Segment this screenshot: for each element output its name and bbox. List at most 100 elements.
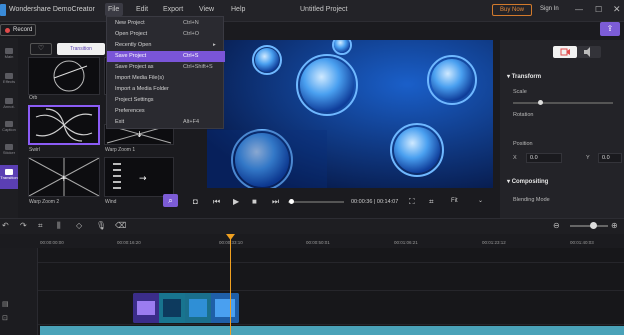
scale-label: Scale [513,89,527,95]
position-x-label: X [513,155,517,161]
scale-slider[interactable] [513,102,613,104]
svg-text:→: → [139,174,147,184]
previous-frame-icon[interactable]: ⏮ [213,197,220,207]
playhead[interactable] [230,236,231,335]
submenu-arrow-icon: ▸ [213,42,216,48]
app-title: Wondershare DemoCreator [9,6,95,13]
rail-item-effects[interactable]: Effects [0,73,18,85]
document-title: Untitled Project [300,6,348,13]
buy-now-button[interactable]: Buy Now [492,4,532,16]
split-icon[interactable]: ⫼ [57,221,61,231]
warp-zoom-2-preview: + [28,157,100,197]
scale-slider-knob[interactable] [538,100,543,105]
thumb-label: Warp Zoom 2 [29,199,60,205]
fit-select[interactable]: Fit ⌄ [448,195,488,207]
menu-item-open-project[interactable]: Open Project Ctrl+O [107,29,225,40]
zoom-in-icon[interactable]: ⊕ [611,221,618,230]
position-label: Position [513,141,533,147]
menu-view[interactable]: View [199,6,214,13]
rail-item-transition[interactable]: Transition [0,165,18,189]
rail-item-main[interactable]: Main [0,48,18,60]
menu-export[interactable]: Export [163,6,183,13]
redo-icon[interactable]: ↷ [20,221,27,230]
audio-clip[interactable] [40,326,624,335]
favorite-icon[interactable]: ♡ [30,43,52,55]
ruler-tick: 00:00:00:00 [40,240,64,245]
minimize-icon[interactable]: — [575,5,583,14]
app-logo-icon [0,4,6,16]
timeline-clip[interactable] [133,293,239,323]
menu-edit[interactable]: Edit [136,6,148,13]
menu-item-recently-open[interactable]: Recently Open ▸ [107,40,225,51]
maximize-icon[interactable]: ☐ [595,5,602,14]
menu-file[interactable]: File [105,3,123,16]
compositing-header[interactable]: ▾ Compositing [507,178,548,185]
ruler-tick: 00:01:23:12 [482,240,506,245]
position-y-label: Y [586,155,590,161]
thumb-label: Orb [29,95,38,101]
crop-icon[interactable]: ⌗ [429,197,434,207]
close-icon[interactable]: ✕ [613,4,621,15]
menu-item-save-project-as[interactable]: Save Project as Ctrl+Shift+S [107,62,225,73]
properties-panel [500,40,624,218]
menu-help[interactable]: Help [231,6,245,13]
zoom-out-icon[interactable]: ⊖ [553,221,560,230]
lock-icon[interactable]: ⊡ [2,314,8,322]
blending-mode-label: Blending Mode [513,197,550,203]
virus-image [207,40,493,188]
menu-item-import-folder[interactable]: Import a Media Folder [107,84,225,95]
progress-track[interactable] [288,201,344,203]
crop-tool-icon[interactable]: ⌗ [38,221,43,231]
play-icon[interactable]: ▶ [233,197,239,206]
zoom-slider-knob[interactable] [590,222,597,229]
audio-tab[interactable] [577,46,601,58]
ruler-tick: 00:00:16:20 [117,240,141,245]
undo-icon[interactable]: ↶ [2,221,9,230]
clip-thumbnails [133,293,239,323]
transform-header[interactable]: ▾ Transform [507,73,541,80]
microphone-icon[interactable]: 🎙 [96,221,106,230]
marker-icon[interactable]: ◇ [76,221,82,230]
rail-item-annotation[interactable]: Annot. [0,98,18,110]
rail-item-sticker[interactable]: Sticker [0,144,18,156]
rail-item-caption[interactable]: Caption [0,121,18,133]
next-frame-icon[interactable]: ⏭ [272,197,279,207]
track-headers: ▤ ⊡ [0,248,38,335]
menu-item-new-project[interactable]: New Project Ctrl+N [107,18,225,29]
thumb-swirl[interactable] [28,105,100,145]
svg-text:+: + [60,174,68,184]
position-x-field[interactable]: 0.0 [526,153,562,163]
sign-in-button[interactable]: Sign In [540,6,559,12]
menu-item-import-media[interactable]: Import Media File(s) [107,73,225,84]
thumb-warp-zoom-2[interactable]: + [28,157,100,197]
thumb-label: Wind [105,199,117,205]
record-button[interactable]: Record [0,24,36,36]
ruler-tick: 00:01:06:21 [394,240,418,245]
fullscreen-icon[interactable]: ⛶ [409,197,415,207]
track-divider [38,324,624,325]
menu-item-save-project[interactable]: Save Project Ctrl+S [107,51,225,62]
menu-item-preferences[interactable]: Preferences [107,106,225,117]
chevron-down-icon: ⌄ [478,198,484,204]
stop-icon[interactable]: ■ [252,197,257,206]
progress-knob[interactable] [289,199,294,204]
screenshot-icon[interactable]: ◘ [193,197,198,206]
track-icon: ▤ [2,301,9,308]
video-tab[interactable] [553,46,577,58]
search-icon[interactable]: ⌕ [163,194,178,207]
delete-icon[interactable]: ⌫ [115,221,126,230]
orb-preview [53,60,88,92]
speaker-icon [584,47,590,57]
zoom-slider[interactable] [570,225,608,227]
position-y-field[interactable]: 0.0 [598,153,622,163]
ruler-tick: 00:01:40:03 [570,240,594,245]
tab-transition[interactable]: Transition [57,43,105,55]
menu-item-project-settings[interactable]: Project Settings [107,95,225,106]
export-button[interactable]: ⇪ [600,22,620,36]
thumb-orb[interactable] [28,57,100,95]
menu-item-exit[interactable]: Exit Alt+F4 [107,117,225,128]
video-preview[interactable] [207,40,493,188]
rotation-label: Rotation [513,112,534,118]
svg-text:↓: ↓ [136,130,143,139]
thumb-wind[interactable]: → [104,157,174,197]
